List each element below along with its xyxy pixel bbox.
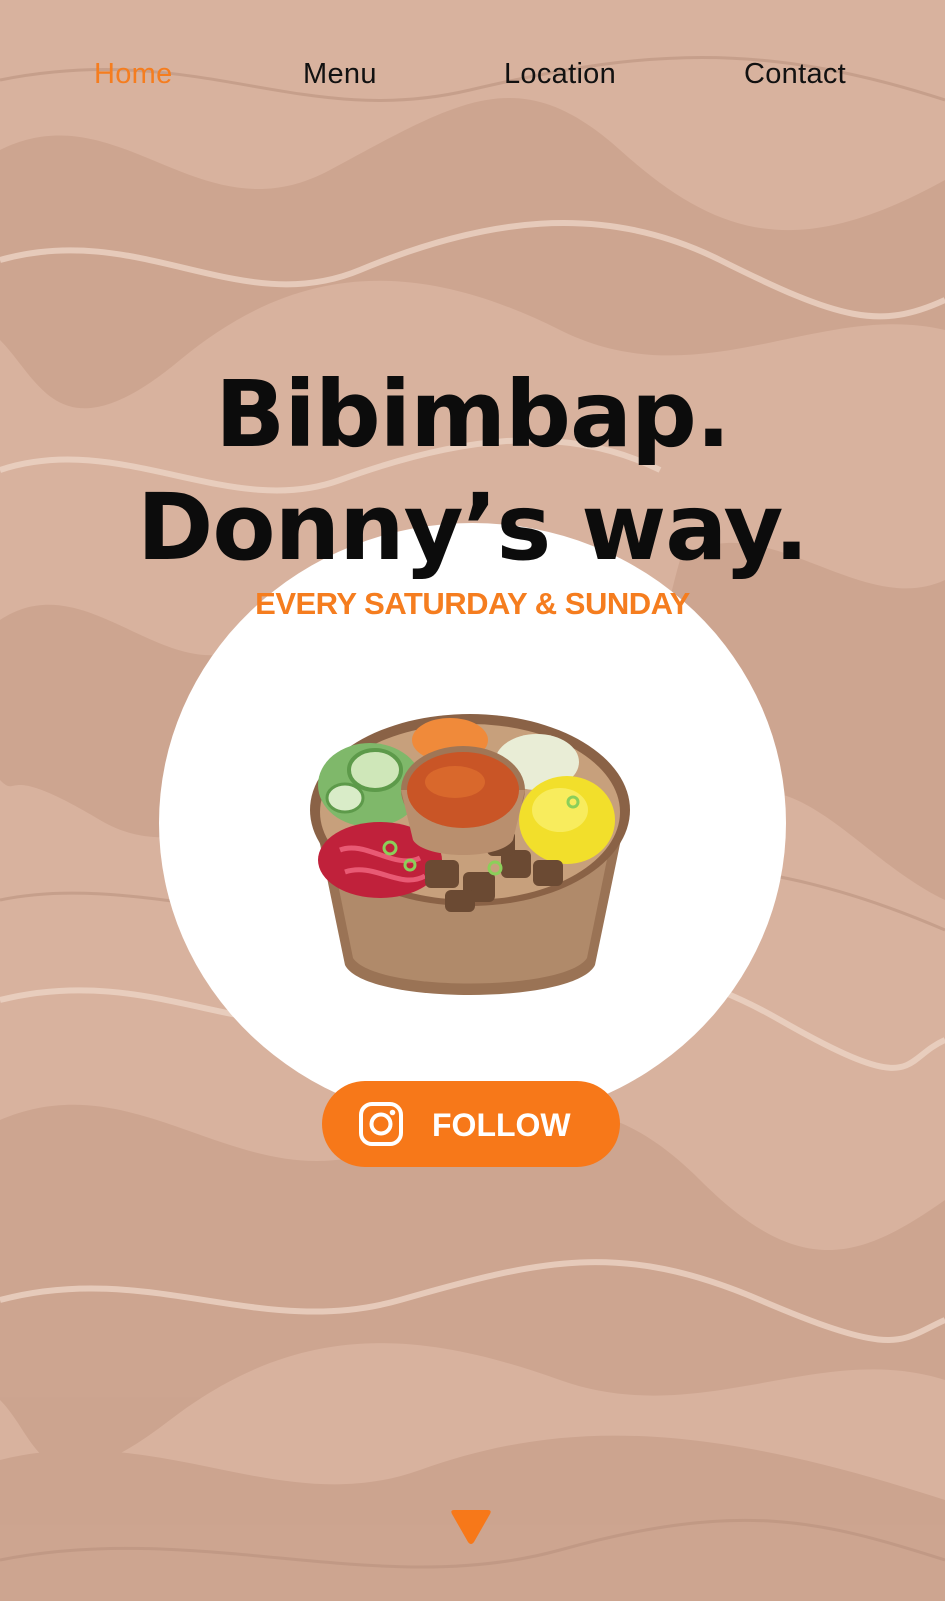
hero-subtitle: EVERY SATURDAY & SUNDAY bbox=[255, 586, 690, 621]
bibimbap-bowl-image bbox=[310, 714, 630, 995]
triangle-down-icon[interactable] bbox=[450, 1508, 492, 1546]
nav-item-home[interactable]: Home bbox=[94, 58, 173, 91]
nav-item-menu[interactable]: Menu bbox=[303, 58, 377, 91]
follow-button-label: FOLLOW bbox=[432, 1107, 571, 1143]
nav-item-location[interactable]: Location bbox=[504, 58, 616, 91]
instagram-icon bbox=[359, 1102, 403, 1146]
hero-title-line-1: Bibimbap. bbox=[215, 361, 731, 468]
hero-title-line-2: Donny’s way. bbox=[137, 474, 809, 581]
follow-instagram-button[interactable]: FOLLOW bbox=[322, 1081, 620, 1167]
nav-item-contact[interactable]: Contact bbox=[744, 58, 846, 91]
